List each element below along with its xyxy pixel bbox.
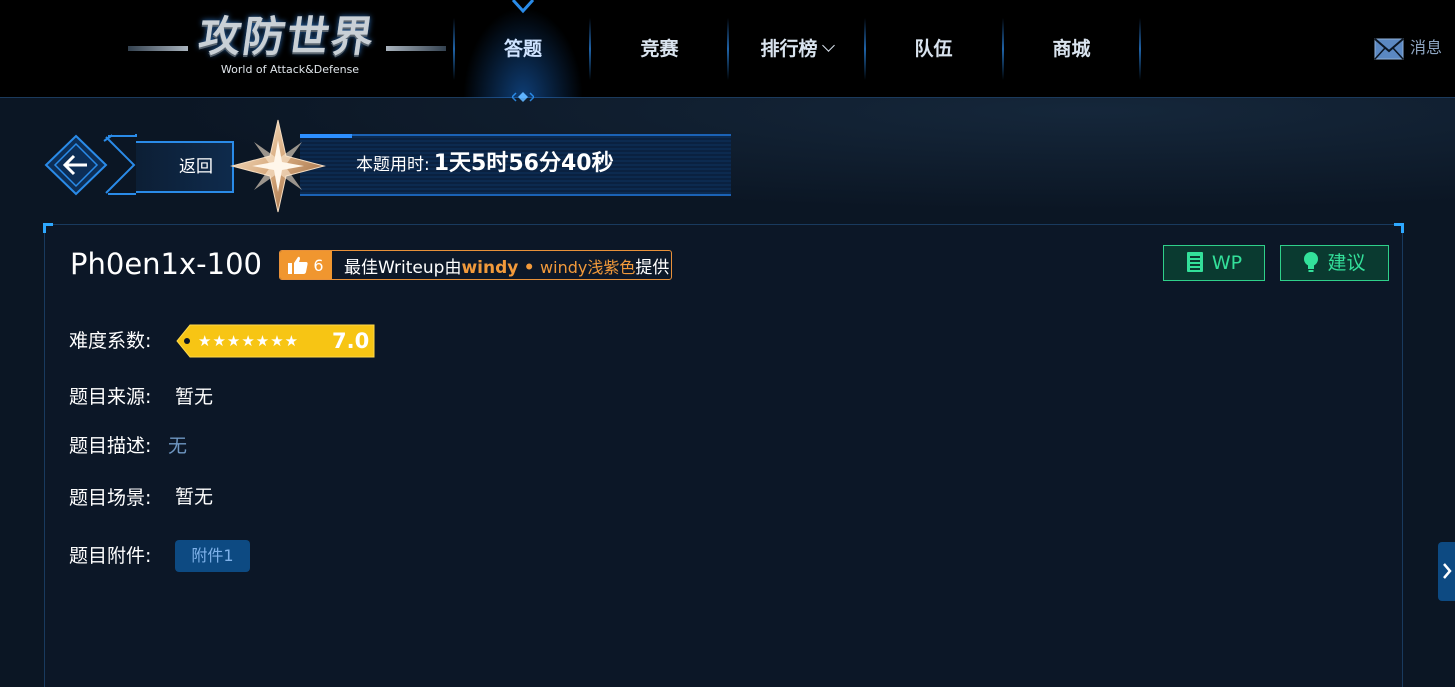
scene-value: 暂无: [175, 486, 214, 508]
nav-item-answer[interactable]: 答题: [458, 28, 588, 70]
description-value: 无: [168, 435, 188, 457]
writeup-prefix: 最佳Writeup由: [344, 257, 462, 278]
chevron-right-icon: [1443, 563, 1452, 579]
nav-active-arrow-icon: [511, 0, 535, 14]
difficulty-rating: ★★★★★★★ 7.0: [176, 324, 376, 358]
site-logo[interactable]: 攻防世界 World of Attack&Defense: [128, 12, 446, 84]
nav-item-leaderboard[interactable]: 排行榜: [729, 28, 864, 70]
source-value: 暂无: [175, 386, 214, 408]
star-icon: [230, 119, 326, 213]
suggest-button-label: 建议: [1327, 252, 1366, 274]
writeup-author[interactable]: windy: [461, 258, 518, 278]
logo-wing-left: [128, 46, 188, 51]
nav-separator: [589, 18, 591, 80]
nav-item-leaderboard-label: 排行榜: [760, 38, 818, 60]
description-label: 题目描述:: [69, 435, 152, 457]
like-count-value: 6: [313, 255, 324, 275]
challenge-title: Ph0en1x-100: [70, 247, 262, 281]
timer-value: 1天5时56分40秒: [433, 151, 614, 176]
wp-button-label: WP: [1211, 252, 1243, 274]
nav-item-competition[interactable]: 竞赛: [592, 28, 727, 70]
logo-wing-right: [386, 46, 446, 51]
writeup-separator: •: [523, 257, 535, 278]
nav-item-shop[interactable]: 商城: [1004, 28, 1139, 70]
writeup-suffix: 提供: [635, 257, 670, 278]
envelope-icon: [1374, 37, 1404, 60]
rating-stars: ★★★★★★★: [198, 332, 300, 350]
document-icon: [1186, 251, 1203, 272]
best-writeup-badge[interactable]: 6 最佳Writeup由windy • windy浅紫色提供: [279, 250, 672, 280]
source-label: 题目来源:: [69, 386, 152, 408]
back-button[interactable]: 返回: [42, 134, 234, 196]
attachment-button[interactable]: 附件1: [175, 540, 250, 572]
attachments-label: 题目附件:: [69, 545, 152, 567]
side-drawer-toggle[interactable]: [1438, 542, 1455, 601]
writeup-credit: 最佳Writeup由windy • windy浅紫色提供: [344, 253, 669, 278]
difficulty-label: 难度系数:: [69, 330, 152, 352]
messages-link[interactable]: 消息: [1374, 36, 1442, 60]
top-navbar: 攻防世界 World of Attack&Defense 答题 竞赛 排行榜 队…: [0, 0, 1455, 102]
panel-corner: [1394, 223, 1404, 233]
scene-label: 题目场景:: [69, 487, 152, 509]
nav-separator: [453, 18, 455, 80]
nav-separator: [1139, 18, 1141, 80]
writeup-team[interactable]: windy浅紫色: [540, 258, 635, 277]
timer: 本题用时: 1天5时56分40秒: [356, 147, 614, 181]
rating-value: 7.0: [332, 329, 370, 353]
lightbulb-icon: [1304, 251, 1319, 272]
nav-item-team[interactable]: 队伍: [866, 28, 1001, 70]
messages-label: 消息: [1410, 38, 1443, 57]
suggest-button[interactable]: 建议: [1280, 245, 1389, 281]
thumbs-up-icon: [288, 256, 309, 274]
challenge-panel: [43, 223, 1404, 687]
timer-label: 本题用时:: [356, 155, 430, 175]
logo-subtitle: World of Attack&Defense: [220, 63, 360, 76]
panel-corner: [43, 223, 53, 233]
chevron-down-icon: [821, 39, 835, 52]
like-count[interactable]: 6: [280, 251, 332, 279]
logo-title: 攻防世界: [195, 12, 379, 61]
wp-button[interactable]: WP: [1163, 245, 1265, 281]
